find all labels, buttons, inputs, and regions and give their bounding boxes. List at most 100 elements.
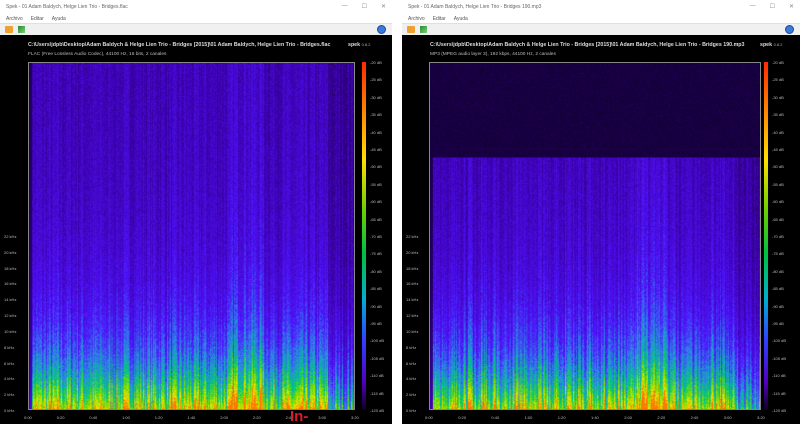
- db-tick-label: -80 dB: [370, 268, 382, 274]
- db-tick-label: -50 dB: [772, 164, 784, 170]
- spectrogram-panel: C:\Users\jdpb\Desktop\Adam Baldych & Hel…: [0, 35, 392, 424]
- time-tick-label: 3:00: [723, 415, 732, 420]
- db-color-scale: [362, 62, 366, 410]
- about-icon[interactable]: [785, 25, 794, 34]
- spek-logo: spek 0.8.2: [760, 42, 783, 48]
- db-tick-label: -40 dB: [370, 129, 382, 135]
- freq-tick-label: 4 kHz: [4, 376, 15, 382]
- db-tick-label: -85 dB: [772, 286, 784, 292]
- freq-tick-label: 18 kHz: [406, 265, 419, 271]
- db-tick-label: -50 dB: [370, 164, 382, 170]
- spek-logo: spek 0.8.2: [348, 42, 371, 48]
- db-tick-label: -60 dB: [370, 199, 382, 205]
- db-tick-label: -85 dB: [370, 286, 382, 292]
- time-tick-label: 0:40: [89, 415, 98, 420]
- window-title: Spek - 01 Adam Baldych, Helge Lien Trio …: [6, 4, 128, 10]
- db-tick-label: -90 dB: [370, 303, 382, 309]
- db-tick-label: -80 dB: [772, 268, 784, 274]
- time-tick-label: 2:40: [690, 415, 699, 420]
- db-tick-label: -25 dB: [772, 77, 784, 83]
- menu-editar[interactable]: Editar: [31, 16, 44, 22]
- title-bar: Spek - 01 Adam Baldych, Helge Lien Trio …: [402, 0, 800, 14]
- file-info: FLAC (Free Lossless Audio Codec), 44100 …: [28, 52, 167, 57]
- menu-archivo[interactable]: Archivo: [6, 16, 23, 22]
- freq-tick-label: 2 kHz: [406, 392, 417, 398]
- title-bar: Spek - 01 Adam Baldych, Helge Lien Trio …: [0, 0, 392, 14]
- time-tick-label: 0:40: [491, 415, 500, 420]
- db-tick-label: -70 dB: [370, 234, 382, 239]
- time-tick-label: 0:00: [24, 415, 32, 420]
- db-tick-label: -115 dB: [772, 390, 786, 396]
- time-tick-label: 0:20: [458, 415, 466, 420]
- freq-tick-label: 20 kHz: [406, 249, 419, 255]
- spectrogram-panel: C:\Users\jdpb\Desktop\Adam Baldych & Hel…: [402, 35, 800, 424]
- db-tick-label: -110 dB: [772, 373, 786, 379]
- time-tick-label: 0:00: [425, 415, 433, 420]
- maximize-button[interactable]: ☐: [362, 3, 367, 10]
- db-tick-label: -30 dB: [370, 94, 382, 100]
- db-tick-label: -90 dB: [772, 303, 784, 309]
- freq-tick-label: 16 kHz: [4, 281, 17, 287]
- save-image-icon[interactable]: [420, 26, 427, 33]
- time-tick-label: 2:00: [220, 415, 228, 420]
- spek-window-flac: Spek - 01 Adam Baldych, Helge Lien Trio …: [0, 0, 392, 432]
- minimize-button[interactable]: —: [342, 3, 348, 10]
- db-tick-label: -30 dB: [772, 94, 784, 100]
- maximize-button[interactable]: ☐: [770, 3, 775, 10]
- freq-tick-label: 0 kHz: [406, 408, 417, 413]
- db-tick-label: -95 dB: [772, 321, 784, 326]
- freq-tick-label: 20 kHz: [4, 249, 17, 255]
- window-title: Spek - 01 Adam Baldych, Helge Lien Trio …: [408, 4, 542, 10]
- minimize-button[interactable]: —: [750, 3, 756, 10]
- menu-ayuda[interactable]: Ayuda: [52, 16, 66, 22]
- db-tick-label: -100 dB: [370, 338, 385, 344]
- db-tick-label: -105 dB: [370, 355, 385, 361]
- freq-tick-label: 8 kHz: [4, 344, 15, 350]
- spectrogram-canvas: [429, 62, 761, 410]
- db-tick-label: -65 dB: [772, 216, 784, 222]
- freq-tick-label: 22 kHz: [4, 234, 17, 239]
- open-folder-icon[interactable]: [407, 26, 415, 33]
- db-tick-label: -120 dB: [370, 408, 385, 413]
- toolbar: [402, 23, 800, 35]
- db-tick-label: -75 dB: [370, 251, 382, 257]
- freq-tick-label: 12 kHz: [406, 313, 419, 319]
- save-image-icon[interactable]: [18, 26, 25, 33]
- time-tick-label: 1:20: [154, 415, 163, 420]
- menu-archivo[interactable]: Archivo: [408, 16, 425, 22]
- time-tick-label: 3:00: [318, 415, 327, 420]
- time-tick-label: 1:40: [187, 415, 196, 420]
- freq-tick-label: 16 kHz: [406, 281, 419, 287]
- open-folder-icon[interactable]: [5, 26, 13, 33]
- db-tick-label: -115 dB: [370, 390, 384, 396]
- db-tick-label: -95 dB: [370, 321, 382, 326]
- file-path: C:\Users\jdpb\Desktop\Adam Baldych & Hel…: [28, 42, 331, 48]
- freq-tick-label: 22 kHz: [406, 234, 419, 239]
- menu-editar[interactable]: Editar: [433, 16, 446, 22]
- menu-bar: Archivo Editar Ayuda: [0, 14, 392, 23]
- freq-tick-label: 12 kHz: [4, 313, 17, 319]
- about-icon[interactable]: [377, 25, 386, 34]
- freq-tick-label: 10 kHz: [406, 328, 419, 334]
- db-tick-label: -35 dB: [772, 112, 784, 118]
- time-tick-label: 1:00: [122, 415, 130, 420]
- freq-tick-label: 8 kHz: [406, 344, 417, 350]
- close-button[interactable]: ✕: [789, 3, 794, 10]
- db-tick-label: -70 dB: [772, 234, 784, 239]
- freq-tick-label: 2 kHz: [4, 392, 15, 398]
- time-tick-label: 3:20: [757, 415, 765, 420]
- freq-tick-label: 14 kHz: [406, 297, 419, 303]
- overlay-text: In-: [290, 408, 309, 425]
- db-tick-label: -55 dB: [772, 181, 784, 187]
- db-tick-label: -110 dB: [370, 373, 384, 379]
- time-tick-label: 2:00: [624, 415, 632, 420]
- db-tick-label: -65 dB: [370, 216, 382, 222]
- db-tick-label: -120 dB: [772, 408, 787, 413]
- db-tick-label: -55 dB: [370, 181, 382, 187]
- time-tick-label: 1:40: [591, 415, 599, 420]
- db-tick-label: -35 dB: [370, 112, 382, 118]
- db-tick-label: -45 dB: [772, 147, 784, 152]
- time-tick-label: 0:20: [56, 415, 65, 420]
- menu-ayuda[interactable]: Ayuda: [454, 16, 468, 22]
- close-button[interactable]: ✕: [381, 3, 386, 10]
